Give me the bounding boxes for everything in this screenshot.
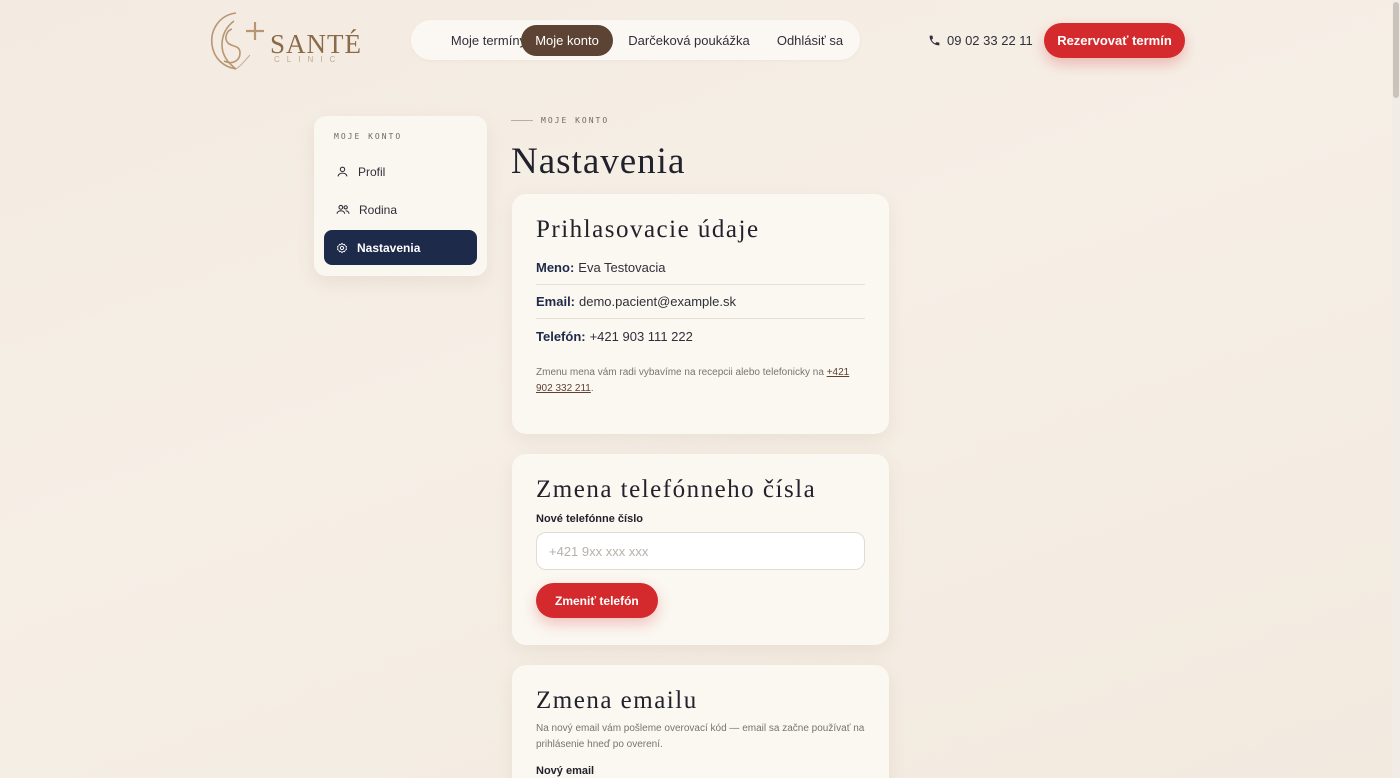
- page-title: Nastavenia: [511, 141, 686, 182]
- book-appointment-button[interactable]: Rezervovať termín: [1044, 23, 1185, 58]
- new-email-label: Nový email: [536, 765, 595, 777]
- phone-number: 09 02 33 22 11: [947, 32, 1033, 48]
- sidebar-item-settings[interactable]: Nastavenia: [324, 230, 477, 265]
- note-text: Zmenu mena vám radi vybavíme na recepcii…: [536, 367, 824, 378]
- sidebar-item-profile[interactable]: Profil: [324, 154, 477, 189]
- name-change-note: Zmenu mena vám radi vybavíme na recepcii…: [536, 365, 865, 397]
- face-logo-icon: [211, 12, 264, 70]
- sidebar-heading: MOJE KONTO: [334, 132, 403, 141]
- sidebar-item-family[interactable]: Rodina: [324, 192, 477, 227]
- user-icon: [337, 166, 348, 177]
- change-phone-button[interactable]: Zmeniť telefón: [536, 583, 658, 618]
- email-change-card: Zmena emailu Na nový email vám pošleme o…: [512, 665, 889, 778]
- users-icon: [336, 204, 350, 214]
- eyebrow-label: MOJE KONTO: [541, 116, 610, 125]
- sidebar-item-label: Rodina: [359, 202, 398, 217]
- card-title: Zmena telefónneho čísla: [536, 476, 817, 503]
- email-label: Email:: [536, 294, 576, 309]
- email-change-note: Na nový email vám pošleme overovací kód …: [536, 723, 865, 750]
- email-row: Email: demo.pacient@example.sk: [536, 285, 865, 319]
- new-phone-input[interactable]: [536, 532, 865, 570]
- name-value: Eva Testovacia: [578, 260, 666, 275]
- nav-my-account[interactable]: Moje konto: [521, 25, 613, 56]
- phone-change-card: Zmena telefónneho čísla Nové telefónne č…: [512, 454, 889, 645]
- sidebar-item-label: Profil: [358, 164, 386, 179]
- main-nav: Moje termíny Moje konto Darčeková poukáž…: [411, 20, 860, 60]
- scrollbar-thumb[interactable]: [1393, 2, 1399, 98]
- nav-logout[interactable]: Odhlásiť sa: [767, 25, 853, 56]
- page-scrollbar[interactable]: [1392, 0, 1400, 778]
- new-phone-label: Nové telefónne číslo: [536, 513, 643, 525]
- card-title: Prihlasovacie údaje: [536, 216, 760, 243]
- brand-logo[interactable]: SANTÉ CLINIC: [206, 9, 366, 71]
- account-sidebar: MOJE KONTO Profil Rodina Nastavenia: [314, 116, 487, 276]
- phone-value: +421 903 111 222: [589, 328, 693, 344]
- login-details-card: Prihlasovacie údaje Meno: Eva Testovacia…: [512, 194, 889, 434]
- email-value: demo.pacient@example.sk: [579, 294, 737, 309]
- gear-icon: [337, 242, 347, 253]
- name-row: Meno: Eva Testovacia: [536, 251, 865, 285]
- card-title: Zmena emailu: [536, 687, 698, 714]
- phone-icon: [929, 35, 940, 45]
- sidebar-item-label: Nastavenia: [357, 240, 421, 255]
- phone-label: Telefón:: [536, 328, 586, 344]
- name-label: Meno:: [536, 260, 575, 275]
- nav-gift-voucher[interactable]: Darčeková poukážka: [617, 25, 761, 56]
- page-eyebrow: MOJE KONTO: [511, 116, 609, 125]
- eyebrow-line: [511, 120, 533, 121]
- brand-subtitle: CLINIC: [274, 55, 343, 64]
- header-phone[interactable]: 09 02 33 22 11: [928, 31, 1033, 49]
- phone-row: Telefón: +421 903 111 222: [536, 319, 865, 353]
- note-end: .: [590, 383, 594, 394]
